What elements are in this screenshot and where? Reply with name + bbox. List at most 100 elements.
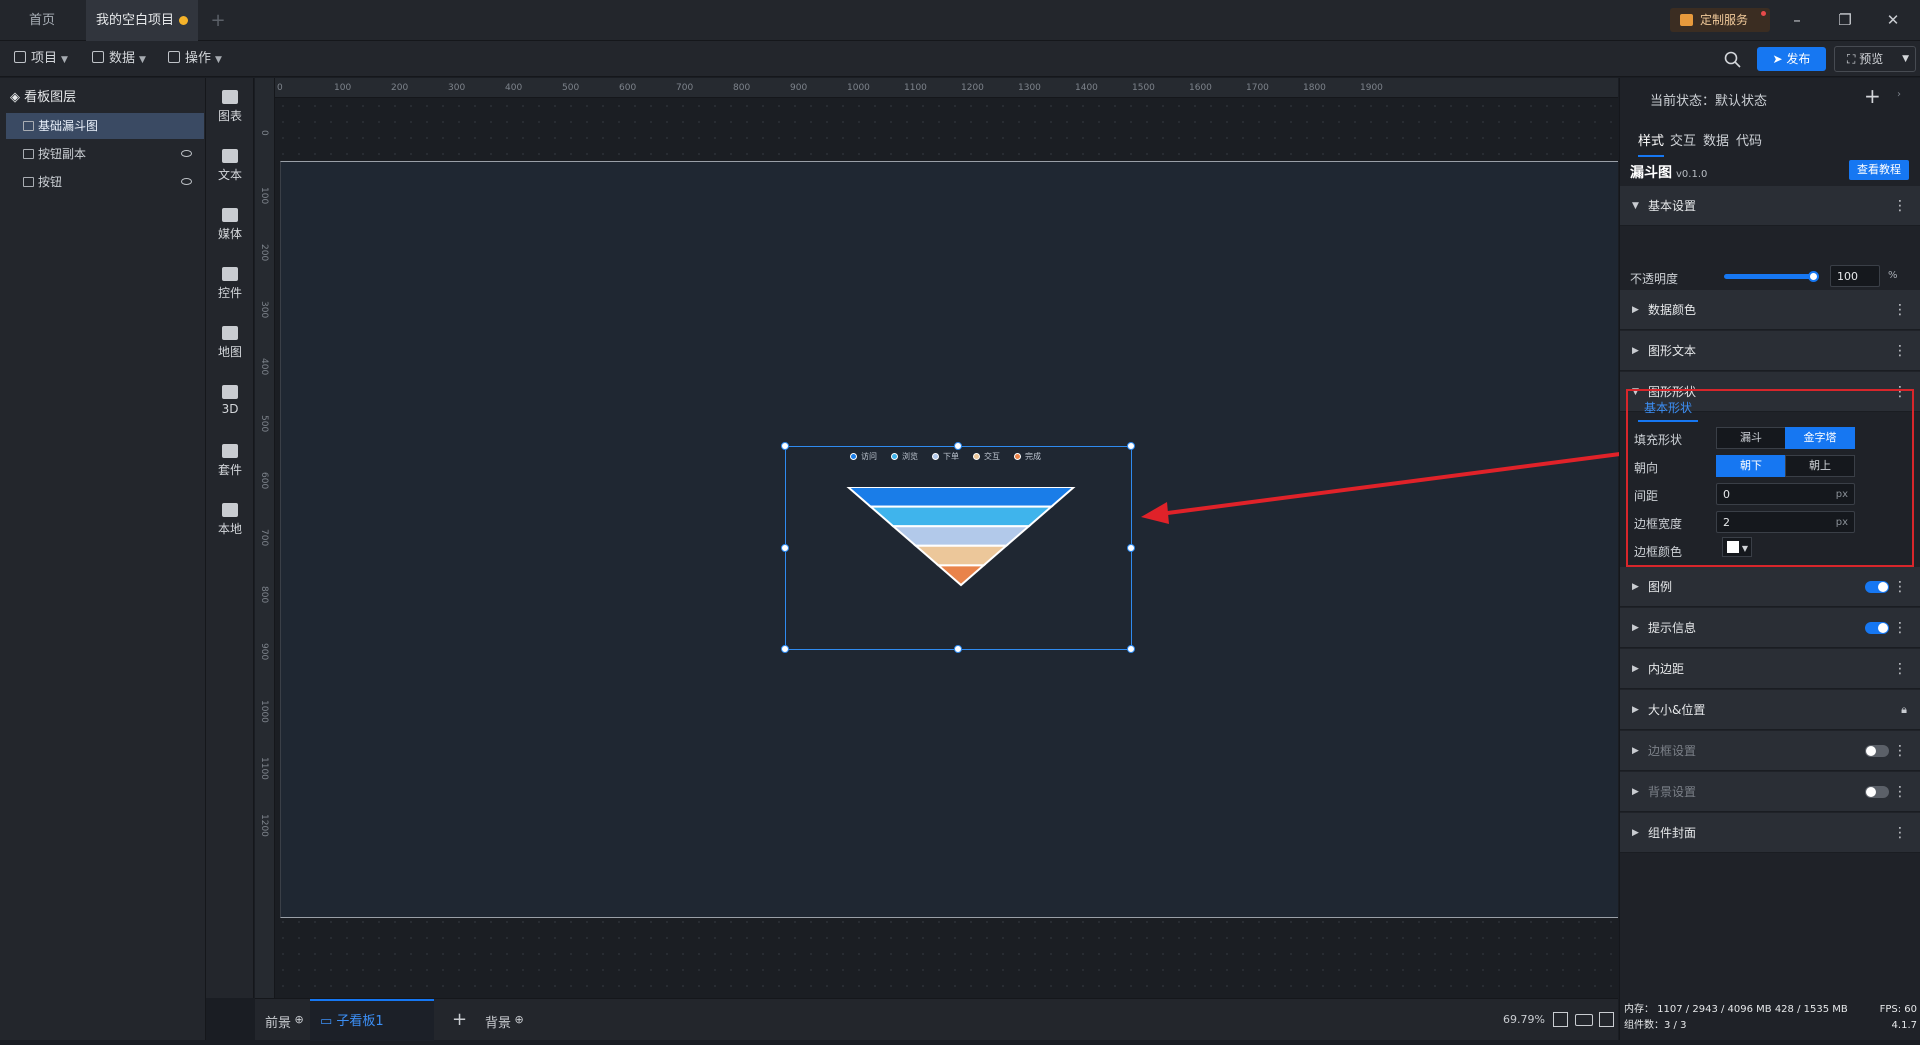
more-icon[interactable]: ⋮ <box>1893 772 1907 812</box>
rail-chart[interactable]: 图表 <box>206 82 254 140</box>
memory-status: 内存： 1107 / 2943 / 4096 MB 428 / 1535 MB F… <box>1624 1002 1917 1018</box>
terminal-icon[interactable] <box>1599 1012 1614 1027</box>
search-icon[interactable] <box>1724 51 1742 69</box>
rail-text[interactable]: 文本 <box>206 141 254 199</box>
funnel-widget[interactable]: 访问 浏览 下单 交互 完成 <box>781 442 1135 653</box>
section-background[interactable]: ▶ 背景设置 ⋮ <box>1620 772 1920 812</box>
legend-item[interactable]: 下单 <box>932 451 959 462</box>
current-state[interactable]: 当前状态：默认状态 <box>1650 90 1767 109</box>
publish-button[interactable]: ➤ 发布 <box>1757 47 1826 71</box>
rail-map[interactable]: 地图 <box>206 318 254 376</box>
tooltip-toggle[interactable] <box>1865 622 1889 634</box>
more-icon[interactable]: ⋮ <box>1893 813 1907 853</box>
resize-handle[interactable] <box>1127 544 1135 552</box>
border-width-input[interactable]: 2 px <box>1716 511 1855 533</box>
layer-item-button-copy[interactable]: 按钮副本 <box>6 141 204 167</box>
tab-interaction[interactable]: 交互 <box>1670 130 1696 149</box>
tab-data[interactable]: 数据 <box>1703 130 1729 149</box>
tab-code[interactable]: 代码 <box>1736 130 1762 149</box>
more-icon[interactable]: ⋮ <box>1893 290 1907 330</box>
section-border[interactable]: ▶ 边框设置 ⋮ <box>1620 731 1920 771</box>
section-basic[interactable]: ▼ 基本设置 ⋮ <box>1620 186 1920 226</box>
more-icon[interactable]: ⋮ <box>1893 649 1907 689</box>
section-tooltip[interactable]: ▶ 提示信息 ⋮ <box>1620 608 1920 648</box>
add-board-button[interactable]: + <box>452 999 467 1041</box>
funnel-layer-访问 <box>846 487 1076 508</box>
resize-handle[interactable] <box>1127 645 1135 653</box>
gap-input[interactable]: 0 px <box>1716 483 1855 505</box>
direction-label: 朝向 <box>1634 461 1659 475</box>
restore-button[interactable]: ❐ <box>1822 0 1868 41</box>
more-icon[interactable]: ⋮ <box>1893 731 1907 771</box>
rail-local[interactable]: 本地 <box>206 495 254 553</box>
layer-item-funnel[interactable]: 基础漏斗图 <box>6 113 204 139</box>
rail-kit[interactable]: 套件 <box>206 436 254 494</box>
more-icon[interactable]: ⋮ <box>1893 608 1907 648</box>
project-menu[interactable]: 项目 ▼ <box>14 41 68 77</box>
tab-project[interactable]: 我的空白项目 <box>86 0 198 41</box>
resize-handle[interactable] <box>1127 442 1135 450</box>
grid-icon <box>168 51 180 63</box>
rail-control[interactable]: 控件 <box>206 259 254 317</box>
border-color-picker[interactable]: ▼ <box>1722 537 1752 557</box>
sub-board-tab[interactable]: ▭ 子看板1 <box>310 999 434 1041</box>
rail-media[interactable]: 媒体 <box>206 200 254 258</box>
sub-board-label: 子看板1 <box>336 1014 384 1029</box>
resize-handle[interactable] <box>781 544 789 552</box>
section-cover[interactable]: ▶ 组件封面 ⋮ <box>1620 813 1920 853</box>
rail-3d[interactable]: 3D <box>206 377 254 435</box>
resize-handle[interactable] <box>781 442 789 450</box>
preview-button[interactable]: ⛶ 预览 ▼ <box>1834 46 1916 72</box>
section-shape-text[interactable]: ▶ 图形文本 ⋮ <box>1620 331 1920 371</box>
resize-handle[interactable] <box>954 645 962 653</box>
funnel-layer-浏览 <box>867 505 1055 528</box>
legend-item[interactable]: 浏览 <box>891 451 918 462</box>
layer-item-button[interactable]: 按钮 <box>6 169 204 195</box>
legend-item[interactable]: 交互 <box>973 451 1000 462</box>
fit-screen-icon[interactable] <box>1553 1012 1568 1027</box>
section-padding[interactable]: ▶ 内边距 ⋮ <box>1620 649 1920 689</box>
section-size-position[interactable]: ▶ 大小&位置 🔒︎ <box>1620 690 1920 730</box>
background-tab[interactable]: 背景 ⊕ <box>485 999 524 1041</box>
direction-up-option[interactable]: 朝上 <box>1785 455 1855 477</box>
add-tab-button[interactable]: + <box>208 0 228 41</box>
direction-down-option[interactable]: 朝下 <box>1716 455 1786 477</box>
data-menu[interactable]: 数据 ▼ <box>92 41 146 77</box>
zoom-level[interactable]: 69.79% <box>1503 999 1545 1041</box>
background-toggle[interactable] <box>1865 786 1889 798</box>
resize-handle[interactable] <box>781 645 789 653</box>
more-icon[interactable]: ⋮ <box>1893 186 1907 226</box>
legend-toggle[interactable] <box>1865 581 1889 593</box>
minimize-button[interactable]: – <box>1774 0 1820 41</box>
resize-handle[interactable] <box>954 442 962 450</box>
fill-pyramid-option[interactable]: 金字塔 <box>1785 427 1855 449</box>
close-button[interactable]: ✕ <box>1870 0 1916 41</box>
rail-label: 套件 <box>217 463 242 477</box>
tab-home[interactable]: 首页 <box>0 0 84 41</box>
custom-service-button[interactable]: 定制服务 <box>1670 8 1770 32</box>
more-icon[interactable]: ⋮ <box>1893 567 1907 607</box>
fill-funnel-option[interactable]: 漏斗 <box>1716 427 1786 449</box>
front-tab[interactable]: 前景 ⊕ <box>265 999 304 1041</box>
opacity-slider[interactable] <box>1724 274 1816 279</box>
hidden-eye-icon[interactable] <box>181 178 192 185</box>
legend-item[interactable]: 访问 <box>850 451 877 462</box>
opacity-input[interactable]: 100 <box>1830 265 1880 287</box>
add-state-icon[interactable]: + <box>1864 84 1881 108</box>
hidden-eye-icon[interactable] <box>181 150 192 157</box>
more-icon[interactable]: ⋮ <box>1893 331 1907 371</box>
tab-style[interactable]: 样式 <box>1638 130 1665 157</box>
border-toggle[interactable] <box>1865 745 1889 757</box>
tutorial-button[interactable]: 查看教程 <box>1849 160 1909 180</box>
media-icon <box>222 208 238 222</box>
tab-basic-shape[interactable]: 基本形状 <box>1638 399 1699 422</box>
lock-icon[interactable]: 🔒︎ <box>1901 690 1907 730</box>
section-data-color[interactable]: ▶ 数据颜色 ⋮ <box>1620 290 1920 330</box>
keyboard-icon[interactable] <box>1575 1014 1593 1026</box>
opacity-value: 100 <box>1837 270 1858 283</box>
legend-item[interactable]: 完成 <box>1014 451 1041 462</box>
chevron-right-icon[interactable]: › <box>1897 89 1901 100</box>
operate-menu[interactable]: 操作 ▼ <box>168 41 222 77</box>
section-legend[interactable]: ▶ 图例 ⋮ <box>1620 567 1920 607</box>
opacity-slider-handle[interactable] <box>1808 271 1819 282</box>
